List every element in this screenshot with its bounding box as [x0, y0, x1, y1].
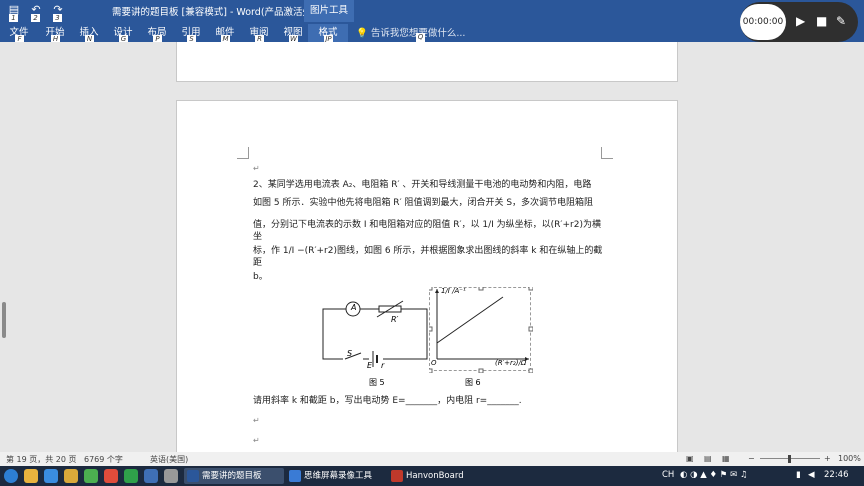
explorer-icon[interactable] [24, 469, 38, 483]
tab-design[interactable]: 设计 G [112, 24, 134, 44]
recorder-widget: 00:00:00 ▶ ■ ✎ [740, 2, 858, 42]
stop-icon[interactable]: ■ [816, 14, 827, 28]
ie-icon[interactable] [44, 469, 58, 483]
undo-icon[interactable]: ↶ 2 [28, 3, 44, 23]
document-area[interactable]: ↵ 2、某同学选用电流表 A₂、电阻箱 R′ 、开关和导线测量干电池的电动势和内… [0, 42, 864, 452]
page-count[interactable]: 第 19 页，共 20 页 [6, 454, 77, 465]
pen-icon[interactable]: ✎ [836, 14, 846, 28]
tab-view[interactable]: 视图 W [282, 24, 304, 44]
graph-y-label: 1/I /A⁻¹ [441, 287, 466, 295]
contextual-tab-picture-tools: 图片工具 [304, 0, 354, 22]
folder-icon[interactable] [64, 469, 78, 483]
emf-label: E [367, 361, 373, 370]
question-line: 如图 5 所示．实验中他先将电阻箱 R′ 阻值调到最大，闭合开关 S，多次调节电… [253, 198, 594, 208]
internal-resistance-label: r [381, 361, 385, 370]
start-icon[interactable] [4, 469, 18, 483]
zoom-level[interactable]: 100% [838, 454, 861, 463]
taskbar-item-hanvon[interactable]: HanvonBoard [388, 468, 488, 484]
taskbar-item-label: 需要讲的题目板 [兼... [202, 471, 262, 481]
tab-layout[interactable]: 布局 P [146, 24, 168, 44]
language[interactable]: 英语(美国) [150, 454, 188, 465]
word-count[interactable]: 6769 个字 [84, 454, 123, 465]
question-line: 标，作 1/I −(R′+r2)图线，如图 6 所示，并根据图象求出图线的斜率 … [253, 246, 603, 268]
ime-indicator[interactable]: CH [662, 470, 674, 480]
ammeter-label: A [351, 303, 357, 312]
save-icon[interactable]: ▤ 1 [6, 3, 22, 23]
taskbar: 需要讲的题目板 [兼... 思维屏幕录像工具 HanvonBoard CH ◐ … [0, 466, 864, 486]
crop-mark-top-right [601, 147, 613, 159]
network-icon[interactable]: ▮ [796, 470, 801, 480]
recorder-icon [289, 470, 301, 482]
empty-paragraph: ↵ [253, 416, 260, 425]
taskbar-item-label: HanvonBoard [406, 471, 464, 481]
switch-label: S [347, 349, 353, 358]
answer-line: 请用斜率 k 和截距 b，写出电动势 E=_______，内电阻 r=_____… [253, 396, 522, 406]
quick-access-toolbar: ▤ 1 ↶ 2 ↷ 3 [6, 3, 66, 23]
tell-me-search[interactable]: 💡 告诉我您想要做什么... Q [356, 25, 465, 42]
app-icon[interactable] [144, 469, 158, 483]
graph-x-label: (R′+r₂)/Ω [495, 359, 527, 367]
recorder-time: 00:00:00 [740, 4, 786, 40]
hanvon-icon [391, 470, 403, 482]
web-layout-icon[interactable]: ▦ [722, 454, 730, 463]
question-line: 值，分别记下电流表的示数 I 和电阻箱对应的阻值 R′，以 1/I 为纵坐标，以… [253, 220, 601, 242]
fig5-caption: 图 5 [369, 378, 385, 387]
question-line: b。 [253, 272, 268, 282]
graph-origin-label: O [431, 359, 437, 367]
status-bar: 第 19 页，共 20 页 6769 个字 英语(美国) ▣ ▤ ▦ − + 1… [0, 452, 864, 466]
lightbulb-icon: 💡 [356, 28, 368, 39]
title-bar: ▤ 1 ↶ 2 ↷ 3 需要讲的题目板 [兼容模式] - Word(产品激活失败) 图… [0, 0, 864, 23]
fig6-caption: 图 6 [465, 378, 481, 387]
word-icon [187, 470, 199, 482]
app-icon[interactable] [164, 469, 178, 483]
read-mode-icon[interactable]: ▣ [686, 454, 694, 463]
redo-icon[interactable]: ↷ 3 [50, 3, 66, 23]
taskbar-item-word[interactable]: 需要讲的题目板 [兼... [184, 468, 284, 484]
tab-file[interactable]: 文件 F [8, 24, 30, 44]
zoom-in-icon[interactable]: + [824, 454, 831, 463]
ribbon-tabs: 文件 F 开始 H 插入 N 设计 G 布局 P 引用 S 邮件 M 审阅 R 视图 W 格式 JP… [0, 22, 864, 44]
zoom-out-icon[interactable]: − [748, 454, 755, 463]
empty-paragraph: ↵ [253, 164, 260, 173]
wechat-icon[interactable] [84, 469, 98, 483]
clock[interactable]: 22:46 [824, 470, 849, 480]
tray-icons[interactable]: ◐ ◑ ▲ ♦ ⚑ ✉ ♫ [680, 470, 748, 480]
keytip: Q [416, 33, 425, 42]
print-layout-icon[interactable]: ▤ [704, 454, 712, 463]
page-previous [176, 42, 678, 82]
tab-format[interactable]: 格式 JP [308, 24, 348, 44]
scroll-thumb[interactable] [2, 302, 6, 338]
play-icon[interactable]: ▶ [796, 14, 805, 28]
question-line: 2、某同学选用电流表 A₂、电阻箱 R′ 、开关和导线测量干电池的电动势和内阻，… [253, 180, 592, 190]
taskbar-item-recorder[interactable]: 思维屏幕录像工具 [286, 468, 386, 484]
page-current[interactable]: ↵ 2、某同学选用电流表 A₂、电阻箱 R′ 、开关和导线测量干电池的电动势和内… [176, 100, 678, 452]
tab-home[interactable]: 开始 H [44, 24, 66, 44]
empty-paragraph: ↵ [253, 436, 260, 445]
tab-insert[interactable]: 插入 N [78, 24, 100, 44]
taskbar-item-label: 思维屏幕录像工具 [304, 471, 373, 481]
circuit-diagram-fig5 [322, 300, 428, 367]
resistor-label: R′ [391, 315, 399, 324]
volume-icon[interactable]: ◀ [808, 470, 815, 480]
zoom-slider-thumb[interactable] [788, 455, 791, 463]
window-title: 需要讲的题目板 [兼容模式] - Word(产品激活失败) [112, 7, 326, 18]
tab-review[interactable]: 审阅 R [248, 24, 270, 44]
crop-mark-top-left [237, 147, 249, 159]
app-icon[interactable] [124, 469, 138, 483]
tab-references[interactable]: 引用 S [180, 24, 202, 44]
tab-mailings[interactable]: 邮件 M [214, 24, 236, 44]
app-icon[interactable] [104, 469, 118, 483]
